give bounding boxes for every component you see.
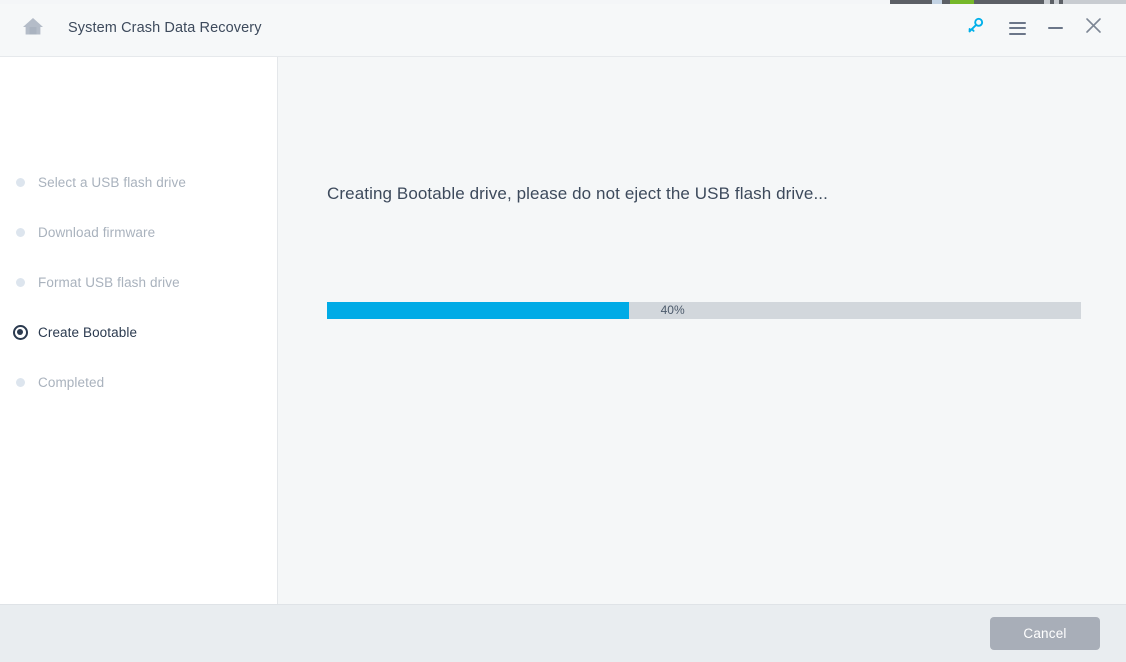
close-button[interactable] xyxy=(1074,9,1112,47)
desktop-background-strip xyxy=(0,0,1126,4)
desktop-strip-segment xyxy=(974,0,1044,4)
steps-sidebar: Select a USB flash drive Download firmwa… xyxy=(0,57,278,604)
home-icon xyxy=(22,16,44,41)
step-label: Download firmware xyxy=(38,224,156,240)
sidebar-step-create-bootable[interactable]: Create Bootable xyxy=(0,307,277,357)
sidebar-step-download-firmware[interactable]: Download firmware xyxy=(0,207,277,257)
window-title: System Crash Data Recovery xyxy=(68,20,262,36)
sidebar-step-completed[interactable]: Completed xyxy=(0,357,277,407)
desktop-strip-segment xyxy=(942,0,950,4)
menu-button[interactable] xyxy=(998,9,1036,47)
minimize-button[interactable] xyxy=(1036,9,1074,47)
license-key-button[interactable] xyxy=(956,9,994,47)
sidebar-step-select-usb[interactable]: Select a USB flash drive xyxy=(0,157,277,207)
step-label: Select a USB flash drive xyxy=(38,174,186,190)
content-panel: Creating Bootable drive, please do not e… xyxy=(278,57,1126,604)
desktop-strip-segment xyxy=(890,0,932,4)
minimize-icon xyxy=(1047,27,1063,29)
step-label: Create Bootable xyxy=(38,324,138,340)
progress-bar: 40% xyxy=(327,302,1081,319)
status-heading: Creating Bootable drive, please do not e… xyxy=(327,184,828,203)
window-body: Select a USB flash drive Download firmwa… xyxy=(0,57,1126,604)
hamburger-menu-icon xyxy=(1008,21,1026,35)
desktop-strip-segment xyxy=(1063,0,1126,4)
step-dot-icon xyxy=(10,272,30,292)
step-dot-icon xyxy=(10,372,30,392)
title-bar: System Crash Data Recovery xyxy=(0,0,1126,57)
step-dot-icon xyxy=(10,222,30,242)
progress-fill xyxy=(327,302,629,319)
step-dot-icon xyxy=(10,172,30,192)
step-label: Completed xyxy=(38,374,105,390)
application-window: System Crash Data Recovery Select a USB … xyxy=(0,0,1126,662)
footer-bar: Cancel xyxy=(0,604,1126,662)
key-icon xyxy=(966,16,985,40)
cancel-button[interactable]: Cancel xyxy=(990,617,1100,650)
sidebar-step-format-usb[interactable]: Format USB flash drive xyxy=(0,257,277,307)
desktop-strip-segment xyxy=(950,0,974,4)
step-label: Format USB flash drive xyxy=(38,274,180,290)
desktop-strip-segment xyxy=(932,0,942,4)
home-button[interactable] xyxy=(16,11,50,45)
close-icon xyxy=(1085,17,1102,39)
step-dot-active-icon xyxy=(10,322,30,342)
progress-percent-label: 40% xyxy=(660,303,685,317)
